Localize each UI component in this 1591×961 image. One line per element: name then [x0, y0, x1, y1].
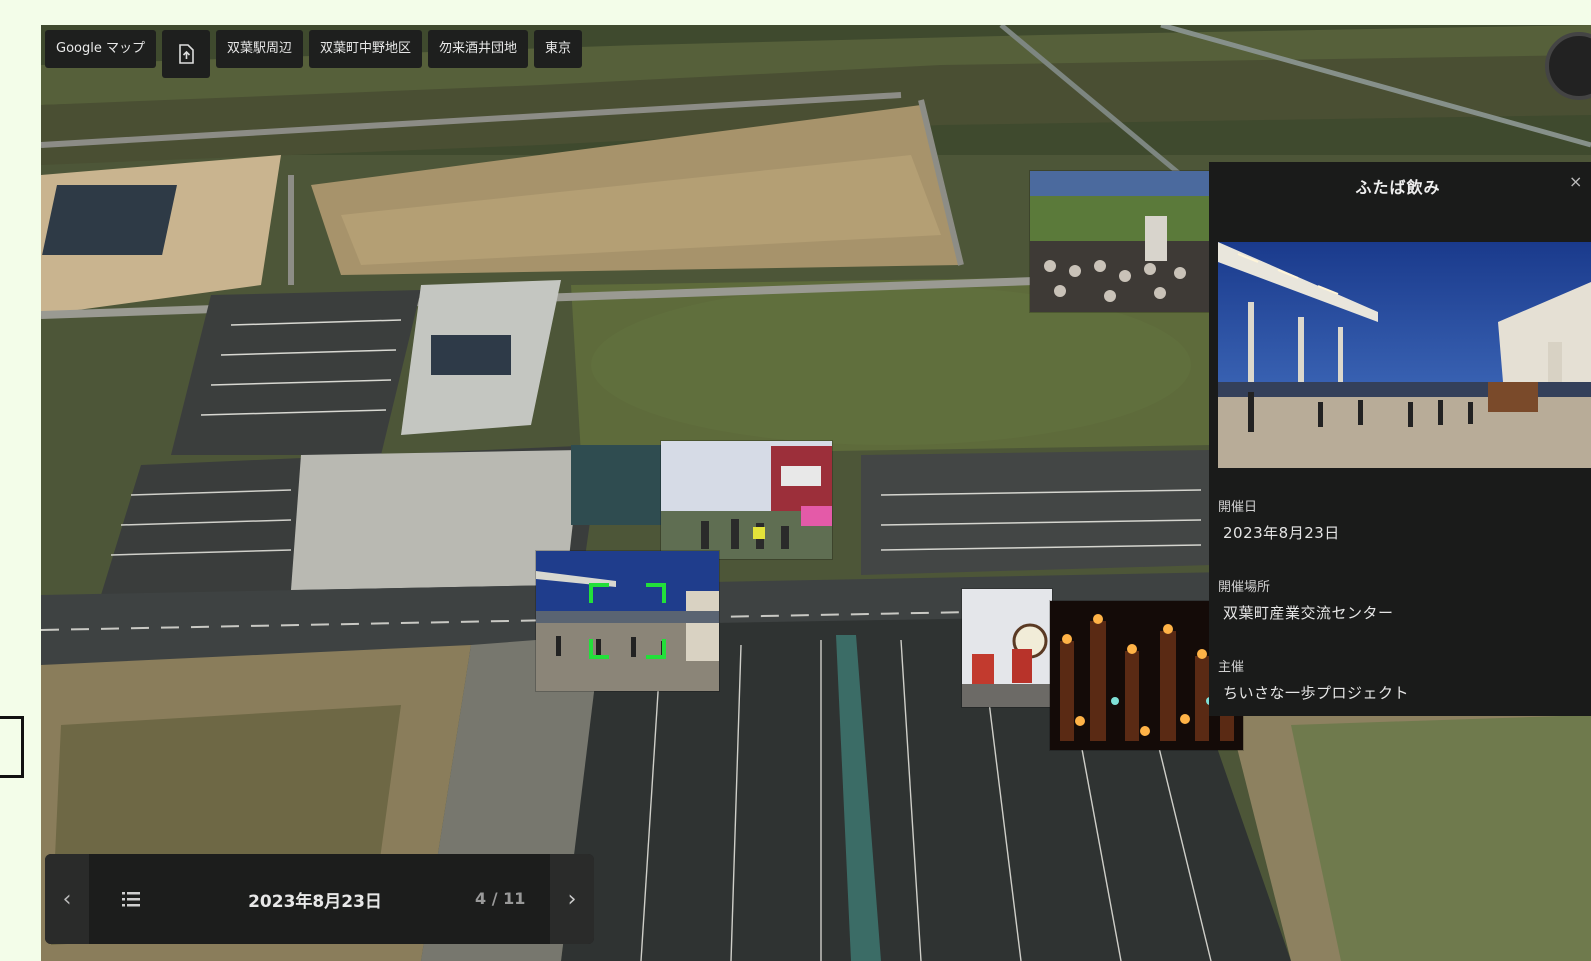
google-maps-button[interactable]: Google マップ: [45, 30, 156, 68]
photo-marker-selected-plaza[interactable]: [536, 551, 719, 691]
list-icon: [122, 892, 140, 907]
left-edge-bracket: [0, 716, 24, 778]
event-venue-value: 双葉町産業交流センター: [1223, 604, 1394, 622]
place-button-tokyo[interactable]: 東京: [534, 30, 583, 68]
file-export-icon: [179, 44, 194, 64]
event-position-counter: 4 / 11: [475, 889, 526, 908]
photo-marker-festival-crowd[interactable]: [1030, 171, 1210, 312]
event-detail-panel: ふたば飲み × 開催日 2023年8月23日 開催場所 双葉町産業交流センター …: [1209, 162, 1591, 716]
close-icon[interactable]: ×: [1569, 172, 1591, 191]
event-date-label: 開催日: [1218, 500, 1258, 515]
timeline-navigator: ‹ 2023年8月23日 4 / 11 ›: [45, 854, 594, 944]
panel-title: ふたば飲み: [1355, 178, 1441, 197]
place-button-nakoso[interactable]: 勿来酒井団地: [428, 30, 529, 68]
current-event-date: 2023年8月23日: [248, 892, 382, 912]
event-organizer-value: ちいさな一歩プロジェクト: [1223, 684, 1410, 702]
photo-marker-taiko-drums[interactable]: [962, 589, 1052, 707]
export-file-button[interactable]: [161, 30, 210, 78]
chevron-right-icon: ›: [567, 886, 577, 912]
event-venue-label: 開催場所: [1218, 580, 1271, 595]
photo-marker-outdoor-event[interactable]: [661, 441, 832, 559]
place-button-nakano[interactable]: 双葉町中野地区: [309, 30, 423, 68]
next-button[interactable]: ›: [550, 854, 594, 944]
place-button-futaba-station[interactable]: 双葉駅周辺: [215, 30, 303, 68]
previous-button[interactable]: ‹: [45, 854, 89, 944]
panel-photo: [1218, 242, 1591, 468]
top-toolbar: Google マップ 双葉駅周辺 双葉町中野地区 勿来酒井団地 東京: [45, 30, 583, 78]
chevron-left-icon: ‹: [62, 886, 72, 912]
event-organizer-label: 主催: [1218, 660, 1245, 675]
list-button[interactable]: [119, 887, 143, 911]
event-date-value: 2023年8月23日: [1223, 524, 1340, 542]
